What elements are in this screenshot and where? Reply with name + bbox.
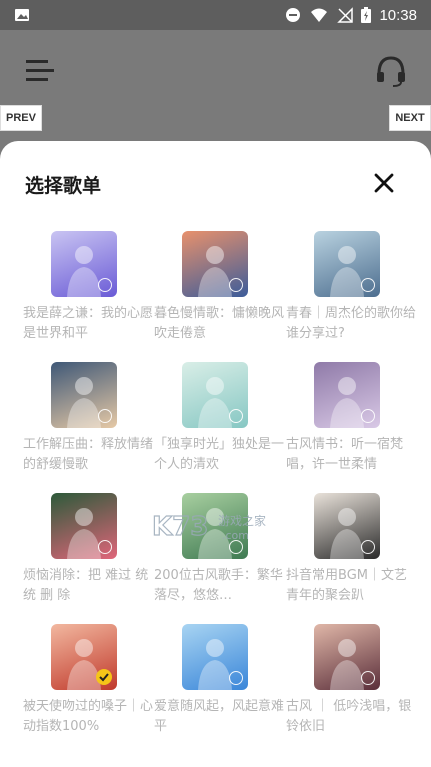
playlist-card[interactable]: 古风情书：听一宿梵唱，许一世柔情 [286, 362, 426, 482]
unchecked-circle-icon[interactable] [98, 409, 112, 423]
playlist-cover-image [51, 493, 117, 559]
playlist-title: 「独享时光」独处是一个人的清欢 [154, 437, 284, 472]
playlist-card[interactable]: 「独享时光」独处是一个人的清欢 [154, 362, 294, 482]
svg-text:游戏之家: 游戏之家 [218, 513, 266, 528]
image-icon [15, 9, 29, 21]
playlist-title: 青春｜周杰伦的歌你给谁分享过? [286, 306, 416, 341]
playlist-cover-image [182, 231, 248, 297]
playlist-title: 古风 ｜ 低吟浅唱，银铃依旧 [286, 699, 412, 734]
playlist-cover-image [314, 624, 380, 690]
unchecked-circle-icon[interactable] [229, 671, 243, 685]
unchecked-circle-icon[interactable] [229, 278, 243, 292]
unchecked-circle-icon[interactable] [229, 409, 243, 423]
unchecked-circle-icon[interactable] [361, 278, 375, 292]
playlist-picker-sheet: 选择歌单 我是薛之谦：我的心愿是世界和平 暮色慢情歌：慵懒晚风吹走倦意 青春｜周杰伦… [0, 141, 431, 767]
prev-button[interactable]: PREV [0, 105, 42, 131]
playlist-title: 爱意随风起，风起意难平 [154, 699, 284, 734]
playlist-card[interactable]: 我是薛之谦：我的心愿是世界和平 [23, 231, 163, 351]
do-not-disturb-icon [286, 8, 301, 22]
status-bar: 10:38 [0, 0, 431, 30]
playlist-card[interactable]: 被天使吻过的嗓子｜心动指数100% [23, 624, 163, 744]
playlist-title: 抖音常用BGM｜文艺青年的聚会趴 [286, 568, 407, 603]
status-time: 10:38 [379, 6, 417, 24]
playlist-cover-image [51, 231, 117, 297]
playlist-card[interactable]: 工作解压曲：释放情绪的舒缓慢歌 [23, 362, 163, 482]
svg-text:K73: K73 [152, 512, 208, 542]
playlist-card[interactable]: 暮色慢情歌：慵懒晚风吹走倦意 [154, 231, 294, 351]
unchecked-circle-icon[interactable] [361, 540, 375, 554]
watermark-logo: K73 游戏之家 .com [152, 511, 266, 542]
unchecked-circle-icon[interactable] [361, 671, 375, 685]
playlist-title: 暮色慢情歌：慵懒晚风吹走倦意 [154, 306, 284, 341]
unchecked-circle-icon[interactable] [361, 409, 375, 423]
unchecked-circle-icon[interactable] [98, 278, 112, 292]
playlist-cover-image [51, 624, 117, 690]
playlist-title: 我是薛之谦：我的心愿是世界和平 [23, 306, 153, 341]
menu-icon[interactable] [26, 58, 54, 84]
playlist-title: 被天使吻过的嗓子｜心动指数100% [23, 699, 153, 734]
playlist-cover-image [314, 493, 380, 559]
playlist-cover-image [314, 231, 380, 297]
next-button[interactable]: NEXT [389, 105, 431, 131]
playlist-card[interactable]: 爱意随风起，风起意难平 [154, 624, 294, 744]
unchecked-circle-icon[interactable] [98, 540, 112, 554]
playlist-card[interactable]: 抖音常用BGM｜文艺青年的聚会趴 [286, 493, 426, 613]
playlist-cover-image [51, 362, 117, 428]
playlist-card[interactable]: 古风 ｜ 低吟浅唱，银铃依旧 [286, 624, 426, 744]
playlist-cover-image [314, 362, 380, 428]
playlist-cover-image [182, 362, 248, 428]
playlist-title: 工作解压曲：释放情绪的舒缓慢歌 [23, 437, 153, 472]
playlist-title: 200位古风歌手：繁华落尽，悠悠… [154, 568, 283, 603]
app-header [0, 30, 431, 110]
checked-icon[interactable] [96, 669, 112, 685]
playlist-title: 古风情书：听一宿梵唱，许一世柔情 [286, 437, 404, 472]
playlist-title: 烦恼消除：把 难过 统 统 删 除 [23, 568, 149, 603]
playlist-card[interactable]: 烦恼消除：把 难过 统 统 删 除 [23, 493, 163, 613]
battery-charging-icon [361, 7, 372, 23]
close-icon[interactable] [372, 171, 396, 195]
headset-icon[interactable] [374, 54, 408, 88]
no-signal-icon [337, 7, 354, 23]
wifi-icon [311, 8, 328, 22]
playlist-card[interactable]: 青春｜周杰伦的歌你给谁分享过? [286, 231, 426, 351]
sheet-title: 选择歌单 [25, 175, 102, 197]
playlist-cover-image [182, 624, 248, 690]
svg-text:.com: .com [222, 529, 249, 542]
